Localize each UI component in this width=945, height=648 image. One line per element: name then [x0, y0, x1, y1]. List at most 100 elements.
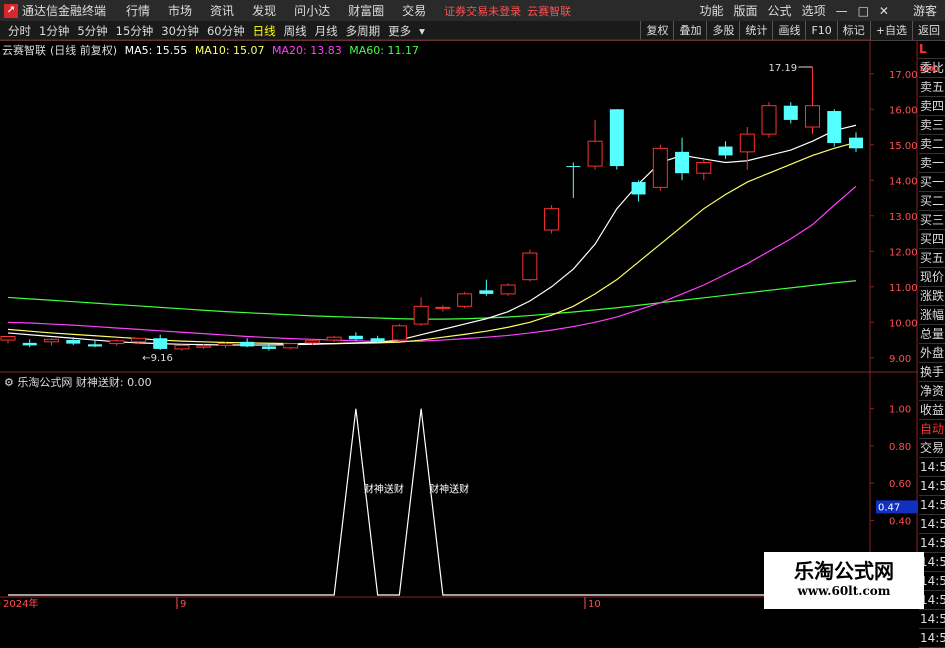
indicator-label: 财神送财	[364, 483, 404, 496]
candle-body-down	[66, 340, 81, 344]
side-panel-item[interactable]: 卖三	[919, 116, 945, 135]
side-panel-item[interactable]: 买三	[919, 211, 945, 230]
y-tick-label: 14.00	[889, 176, 918, 187]
side-panel-item[interactable]: 现价	[919, 268, 945, 287]
side-panel-item[interactable]: 14:56	[919, 515, 945, 534]
ma10-line	[7, 141, 857, 345]
side-panel-item[interactable]: 卖五	[919, 78, 945, 97]
y-tick-label: 11.00	[889, 283, 918, 294]
candle-body-up	[457, 293, 473, 307]
candle-body-up	[174, 344, 190, 350]
candle-body-down	[87, 344, 102, 347]
side-panel-item[interactable]: 净资	[919, 382, 945, 401]
side-panel-item[interactable]: 卖一	[919, 154, 945, 173]
level-letter: L	[919, 42, 927, 56]
watermark-url: www.60lt.com	[797, 584, 891, 598]
candle-body-up	[217, 343, 233, 346]
y-tick-label: 12.00	[889, 247, 918, 258]
candle-body-up	[283, 343, 299, 349]
candle-body-up	[739, 133, 755, 153]
candle-body-down	[718, 146, 733, 156]
candle-body-up	[696, 162, 712, 174]
y-tick-label: 16.00	[889, 105, 918, 116]
date-year: 2024年	[3, 597, 38, 609]
date-month-10: 10	[588, 599, 601, 609]
candle-body-down	[261, 346, 276, 349]
level-badge[interactable]: L 1000	[918, 40, 945, 73]
candle-body-down	[675, 151, 690, 174]
side-panel-item[interactable]: 14:56	[919, 458, 945, 477]
sub-y-tick-label: 1.00	[889, 405, 911, 416]
side-panel-item[interactable]: 收益	[919, 401, 945, 420]
side-panel-item[interactable]: 委比	[919, 59, 945, 78]
side-panel-item[interactable]: 卖四	[919, 97, 945, 116]
candle-body-up	[500, 284, 516, 295]
kline-chart[interactable]: 9.00 10.00 11.00 12.00 13.00 14.00 15.00 16.00 1…	[0, 0, 945, 609]
side-panel-item[interactable]: 买五	[919, 249, 945, 268]
watermark: 乐淘公式网 www.60lt.com	[764, 552, 924, 609]
side-panel-item[interactable]: 交易	[919, 439, 945, 458]
y-tick-label: 9.00	[889, 354, 911, 365]
side-panel-item[interactable]: 自动	[919, 420, 945, 439]
side-panel-item[interactable]: 买二	[919, 192, 945, 211]
candle-body-down	[348, 335, 363, 340]
candle-body-down	[153, 338, 168, 349]
candle-body-up	[196, 345, 212, 348]
side-panel-item[interactable]: 14:56	[919, 496, 945, 515]
y-tick-label: 17.00	[889, 70, 918, 81]
candle-body-up	[0, 335, 16, 341]
candle-body-up	[587, 140, 603, 167]
candle-body-up	[761, 105, 777, 135]
date-month-9: 9	[180, 599, 186, 609]
y-tick-label: 15.00	[889, 141, 918, 152]
candle-body-down	[22, 342, 37, 346]
candle-body-down	[849, 137, 863, 149]
indicator-label: 财神送财	[429, 483, 469, 496]
candle-body-down	[370, 338, 385, 342]
side-panel-item[interactable]: 14:56	[919, 477, 945, 496]
candle-body-up	[435, 306, 451, 309]
side-panel-item[interactable]: 卖二	[919, 135, 945, 154]
candle-body-up	[805, 105, 821, 128]
watermark-title: 乐淘公式网	[794, 559, 894, 583]
side-panel-item[interactable]: 外盘	[919, 344, 945, 363]
side-panel-item[interactable]: 买一	[919, 173, 945, 192]
candle-body-up	[326, 336, 342, 341]
candle-body-up	[652, 147, 668, 188]
candle-body-down	[566, 166, 581, 168]
candle-body-up	[522, 252, 538, 281]
sub-y-tick-label: 0.80	[889, 442, 911, 453]
low-annotation: ←9.16	[142, 353, 173, 364]
candle-body-up	[43, 338, 59, 343]
candle-body-up	[304, 340, 320, 344]
side-panel-item[interactable]: 买四	[919, 230, 945, 249]
candle-body-down	[609, 109, 624, 167]
side-panel-item[interactable]: 换手	[919, 363, 945, 382]
candle-body-down	[479, 290, 494, 294]
side-panel-item[interactable]: 14:56	[919, 610, 945, 629]
side-panel-item[interactable]: 总量	[919, 325, 945, 344]
candle-body-down	[783, 105, 798, 120]
sub-y-tick-label: 0.40	[889, 516, 911, 527]
side-panel-item[interactable]: 涨跌	[919, 287, 945, 306]
ma20-line	[7, 185, 857, 343]
side-panel-item[interactable]: 14:56	[919, 534, 945, 553]
sub-value-tag: 0.47	[878, 502, 900, 513]
candle-body-up	[130, 337, 146, 343]
y-tick-label: 13.00	[889, 212, 918, 223]
candle-body-up	[391, 325, 407, 341]
indicator-line	[8, 408, 856, 596]
candle-body-down	[240, 341, 255, 347]
candle-body-up	[413, 305, 429, 325]
side-panel-item[interactable]: 14:56	[919, 629, 945, 648]
side-panel-item[interactable]: 涨幅	[919, 306, 945, 325]
ma60-line	[7, 280, 857, 320]
candle-body-up	[544, 208, 560, 231]
high-annotation: 17.19	[769, 63, 798, 74]
ma5-line	[7, 124, 857, 346]
sub-y-tick-label: 0.60	[889, 479, 911, 490]
y-tick-label: 10.00	[889, 318, 918, 329]
candle-body-up	[109, 340, 125, 345]
candle-body-down	[631, 182, 646, 195]
candle-body-down	[827, 111, 842, 143]
